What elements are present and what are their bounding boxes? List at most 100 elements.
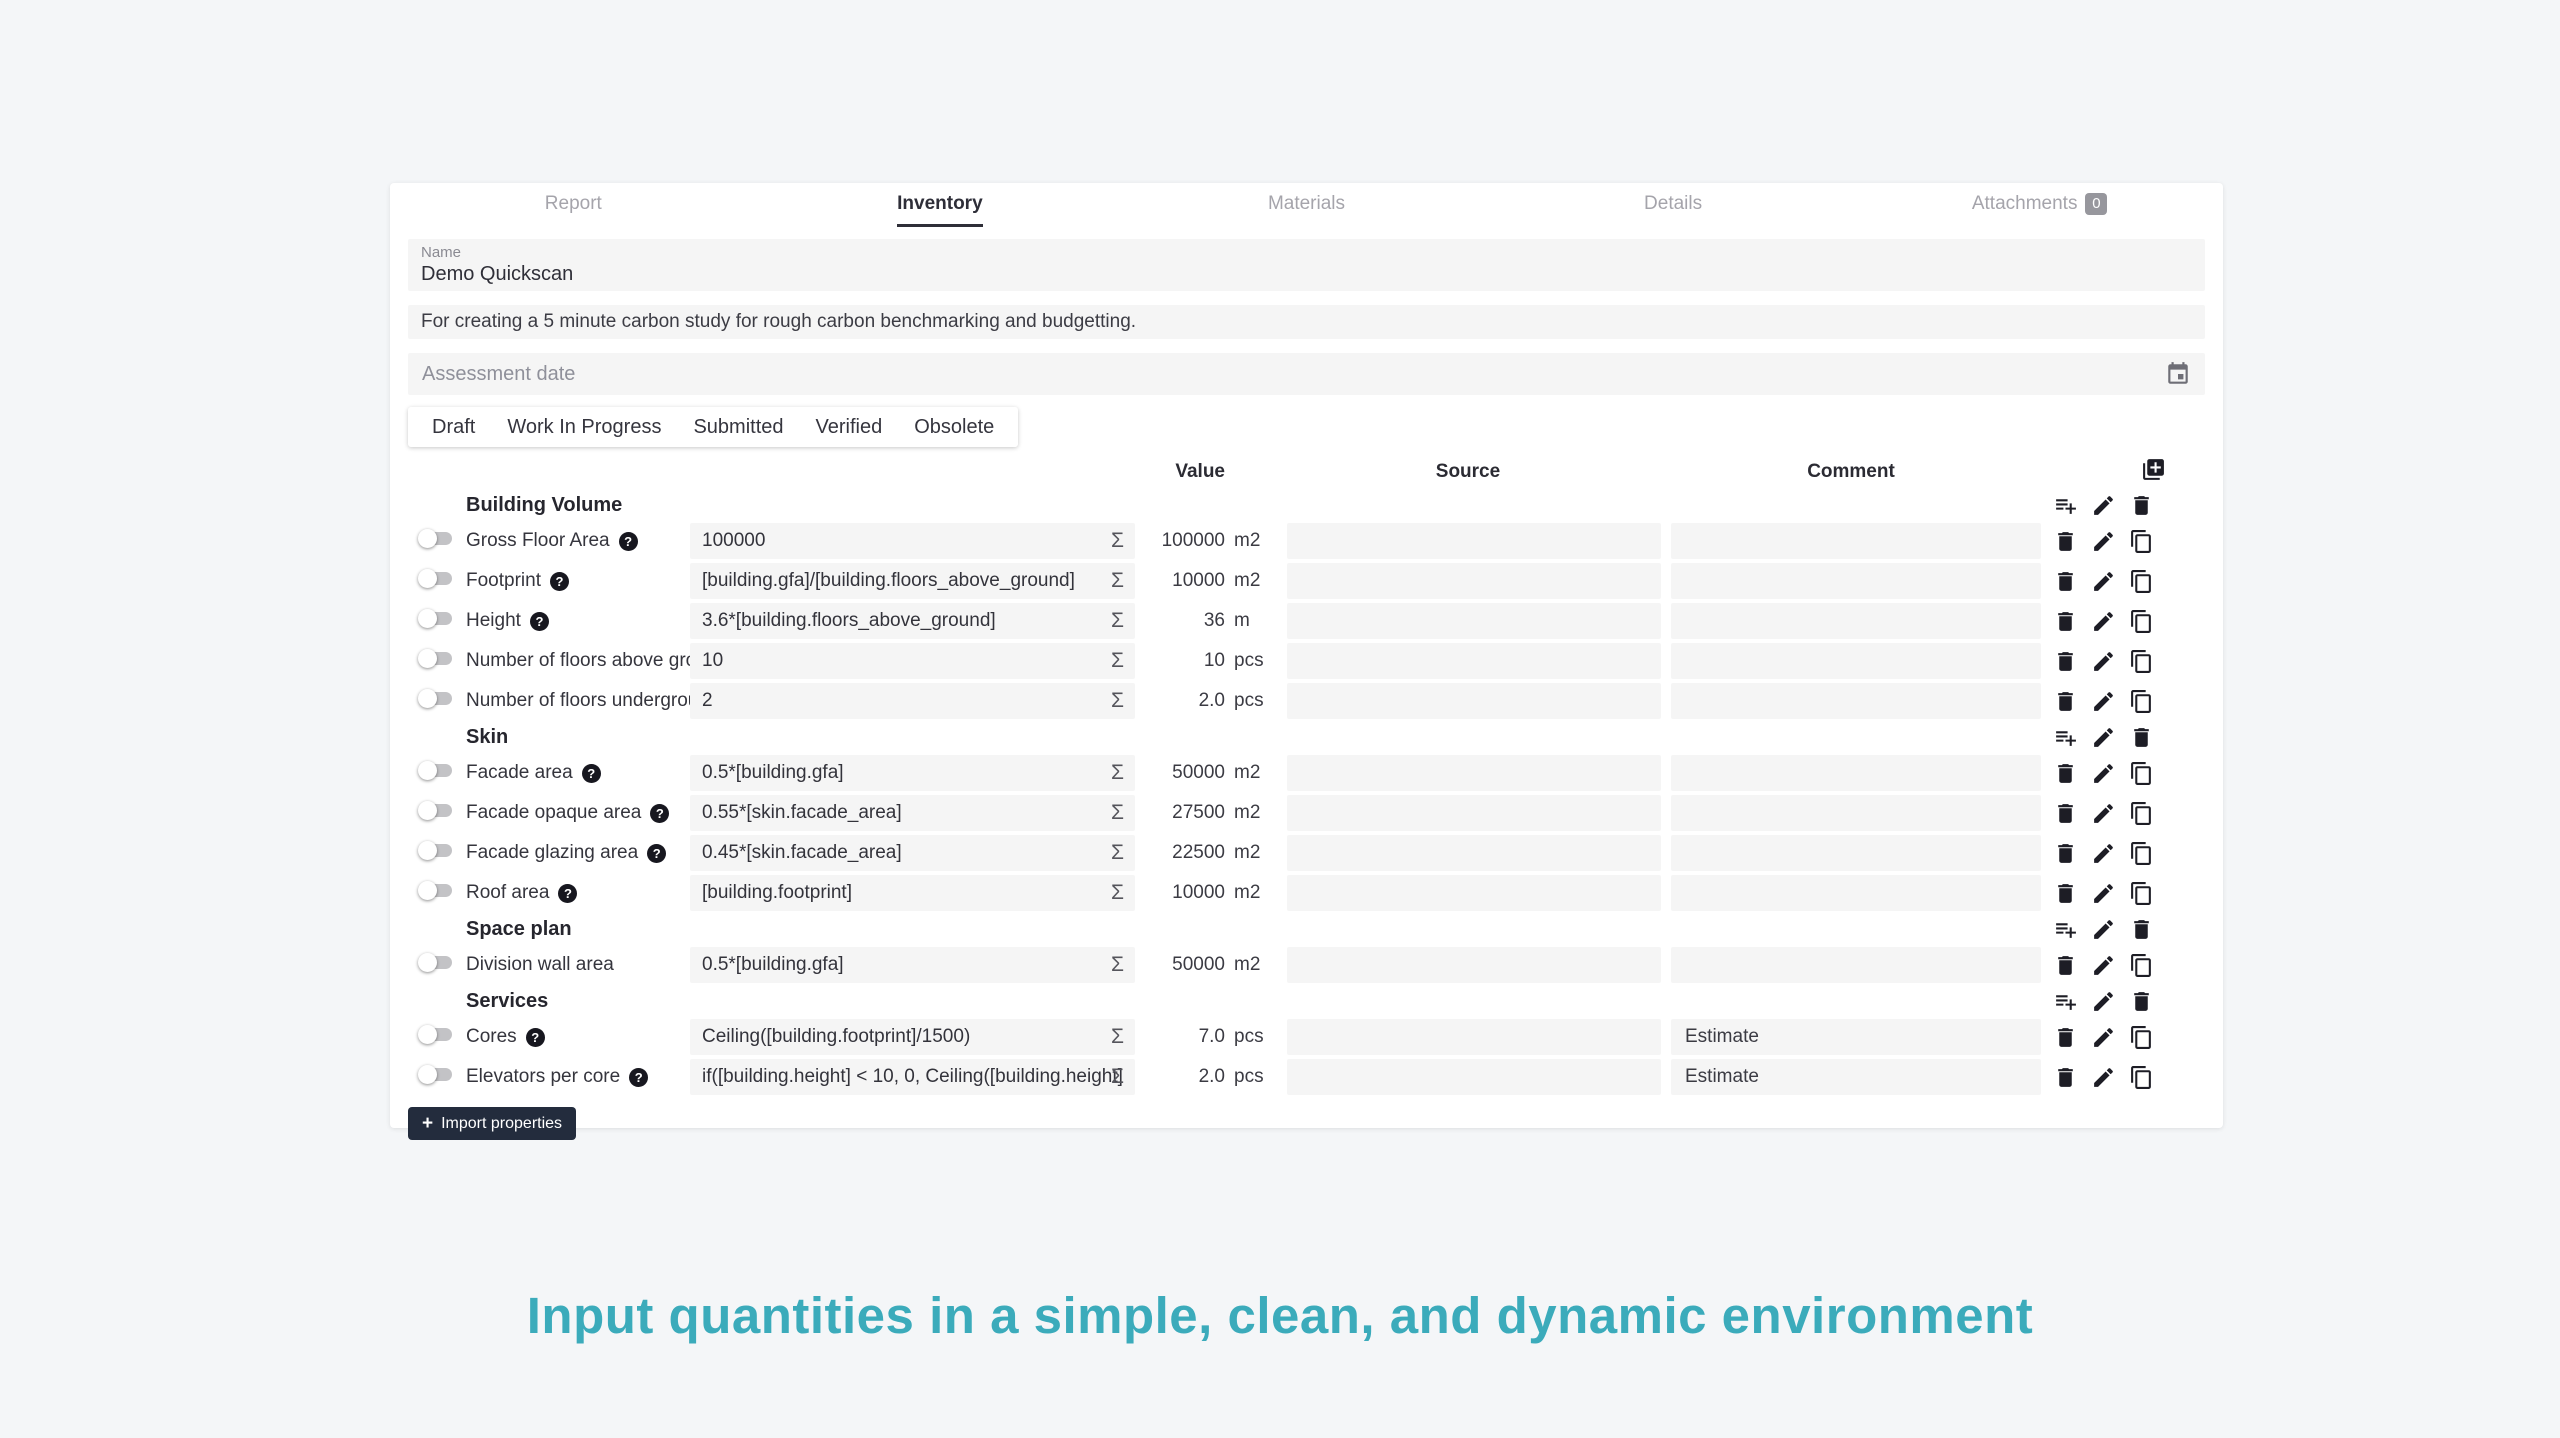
status-tab-submitted[interactable]: Submitted	[677, 416, 799, 439]
edit-icon[interactable]	[2091, 569, 2116, 594]
edit-icon[interactable]	[2091, 649, 2116, 674]
source-input[interactable]	[1287, 1059, 1661, 1095]
delete-icon[interactable]	[2053, 881, 2078, 906]
delete-icon[interactable]	[2053, 569, 2078, 594]
add-property-icon[interactable]	[2053, 725, 2078, 750]
add-property-icon[interactable]	[2053, 917, 2078, 942]
edit-icon[interactable]	[2091, 609, 2116, 634]
comment-input[interactable]: Estimate	[1671, 1059, 2041, 1095]
help-icon[interactable]: ?	[558, 884, 577, 903]
source-input[interactable]	[1287, 603, 1661, 639]
add-property-icon[interactable]	[2053, 989, 2078, 1014]
delete-icon[interactable]	[2129, 725, 2154, 750]
delete-icon[interactable]	[2053, 953, 2078, 978]
sigma-icon[interactable]: Σ	[1111, 1065, 1124, 1089]
tab-details[interactable]: Details	[1490, 193, 1857, 227]
delete-icon[interactable]	[2053, 1025, 2078, 1050]
comment-input[interactable]	[1671, 835, 2041, 871]
sigma-icon[interactable]: Σ	[1111, 841, 1124, 865]
toggle-switch[interactable]	[418, 1065, 452, 1084]
delete-icon[interactable]	[2053, 649, 2078, 674]
toggle-switch[interactable]	[418, 649, 452, 668]
formula-input[interactable]: 0.5*[building.gfa] Σ	[690, 947, 1135, 983]
sigma-icon[interactable]: Σ	[1111, 649, 1124, 673]
tab-attachments[interactable]: Attachments0	[1856, 193, 2223, 227]
formula-input[interactable]: 100000 Σ	[690, 523, 1135, 559]
sigma-icon[interactable]: Σ	[1111, 761, 1124, 785]
toggle-switch[interactable]	[418, 569, 452, 588]
sigma-icon[interactable]: Σ	[1111, 1025, 1124, 1049]
toggle-switch[interactable]	[418, 953, 452, 972]
sigma-icon[interactable]: Σ	[1111, 881, 1124, 905]
help-icon[interactable]: ?	[647, 844, 666, 863]
delete-icon[interactable]	[2053, 801, 2078, 826]
formula-input[interactable]: 2 Σ	[690, 683, 1135, 719]
edit-icon[interactable]	[2091, 881, 2116, 906]
help-icon[interactable]: ?	[650, 804, 669, 823]
edit-icon[interactable]	[2091, 529, 2116, 554]
source-input[interactable]	[1287, 563, 1661, 599]
delete-icon[interactable]	[2129, 989, 2154, 1014]
source-input[interactable]	[1287, 1019, 1661, 1055]
status-tab-obsolete[interactable]: Obsolete	[898, 416, 1010, 439]
copy-icon[interactable]	[2129, 881, 2154, 906]
sigma-icon[interactable]: Σ	[1111, 529, 1124, 553]
copy-icon[interactable]	[2129, 761, 2154, 786]
formula-input[interactable]: [building.footprint] Σ	[690, 875, 1135, 911]
help-icon[interactable]: ?	[526, 1028, 545, 1047]
comment-input[interactable]	[1671, 755, 2041, 791]
edit-icon[interactable]	[2091, 917, 2116, 942]
source-input[interactable]	[1287, 683, 1661, 719]
sigma-icon[interactable]: Σ	[1111, 609, 1124, 633]
delete-icon[interactable]	[2053, 609, 2078, 634]
formula-input[interactable]: 10 Σ	[690, 643, 1135, 679]
formula-input[interactable]: [building.gfa]/[building.floors_above_gr…	[690, 563, 1135, 599]
description-field[interactable]: For creating a 5 minute carbon study for…	[408, 305, 2205, 339]
source-input[interactable]	[1287, 947, 1661, 983]
help-icon[interactable]: ?	[619, 532, 638, 551]
status-tab-verified[interactable]: Verified	[800, 416, 899, 439]
calendar-icon[interactable]	[2165, 361, 2191, 387]
source-input[interactable]	[1287, 755, 1661, 791]
comment-input[interactable]	[1671, 603, 2041, 639]
source-input[interactable]	[1287, 523, 1661, 559]
toggle-switch[interactable]	[418, 529, 452, 548]
edit-icon[interactable]	[2091, 725, 2116, 750]
add-section-icon[interactable]	[2141, 457, 2166, 482]
comment-input[interactable]	[1671, 947, 2041, 983]
delete-icon[interactable]	[2053, 529, 2078, 554]
tab-materials[interactable]: Materials	[1123, 193, 1490, 227]
edit-icon[interactable]	[2091, 989, 2116, 1014]
comment-input[interactable]	[1671, 643, 2041, 679]
sigma-icon[interactable]: Σ	[1111, 801, 1124, 825]
copy-icon[interactable]	[2129, 953, 2154, 978]
toggle-switch[interactable]	[418, 881, 452, 900]
copy-icon[interactable]	[2129, 841, 2154, 866]
sigma-icon[interactable]: Σ	[1111, 953, 1124, 977]
source-input[interactable]	[1287, 875, 1661, 911]
copy-icon[interactable]	[2129, 689, 2154, 714]
edit-icon[interactable]	[2091, 1065, 2116, 1090]
formula-input[interactable]: 3.6*[building.floors_above_ground] Σ	[690, 603, 1135, 639]
copy-icon[interactable]	[2129, 569, 2154, 594]
toggle-switch[interactable]	[418, 1025, 452, 1044]
copy-icon[interactable]	[2129, 609, 2154, 634]
toggle-switch[interactable]	[418, 689, 452, 708]
tab-report[interactable]: Report	[390, 193, 757, 227]
edit-icon[interactable]	[2091, 761, 2116, 786]
name-field[interactable]: Name Demo Quickscan	[408, 239, 2205, 291]
comment-input[interactable]	[1671, 875, 2041, 911]
toggle-switch[interactable]	[418, 801, 452, 820]
delete-icon[interactable]	[2053, 1065, 2078, 1090]
edit-icon[interactable]	[2091, 953, 2116, 978]
delete-icon[interactable]	[2053, 841, 2078, 866]
formula-input[interactable]: if([building.height] < 10, 0, Ceiling([b…	[690, 1059, 1135, 1095]
copy-icon[interactable]	[2129, 1065, 2154, 1090]
toggle-switch[interactable]	[418, 609, 452, 628]
sigma-icon[interactable]: Σ	[1111, 569, 1124, 593]
copy-icon[interactable]	[2129, 1025, 2154, 1050]
source-input[interactable]	[1287, 795, 1661, 831]
status-tab-draft[interactable]: Draft	[416, 416, 491, 439]
edit-icon[interactable]	[2091, 689, 2116, 714]
tab-inventory[interactable]: Inventory	[757, 193, 1124, 227]
